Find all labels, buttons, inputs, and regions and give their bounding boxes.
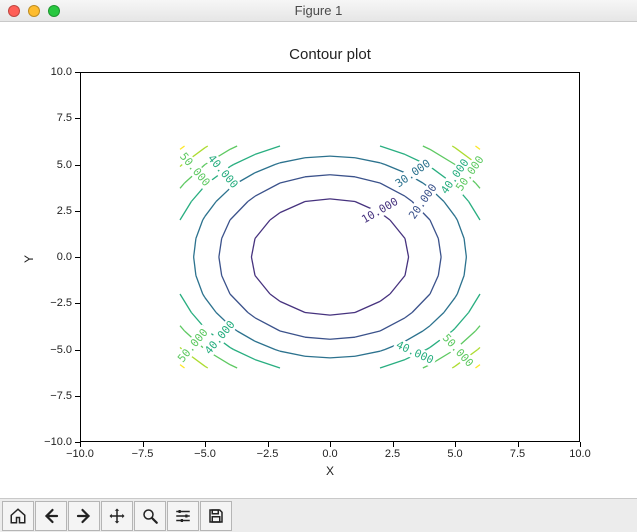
magnifier-icon	[141, 507, 159, 525]
maximize-icon[interactable]	[48, 5, 60, 17]
floppy-icon	[207, 507, 225, 525]
move-icon	[108, 507, 126, 525]
save-button[interactable]	[200, 501, 232, 531]
minimize-icon[interactable]	[28, 5, 40, 17]
titlebar: Figure 1	[0, 0, 637, 22]
window-controls	[8, 5, 60, 17]
close-icon[interactable]	[8, 5, 20, 17]
home-icon	[9, 507, 27, 525]
home-button[interactable]	[2, 501, 34, 531]
sliders-icon	[174, 507, 192, 525]
pan-button[interactable]	[101, 501, 133, 531]
nav-toolbar	[0, 498, 637, 532]
figure-canvas[interactable]: Contour plot−10.0−7.5−5.0−2.50.02.55.07.…	[0, 22, 637, 498]
arrow-left-icon	[42, 507, 60, 525]
configure-button[interactable]	[167, 501, 199, 531]
zoom-button[interactable]	[134, 501, 166, 531]
contour-svg	[0, 22, 637, 498]
figure-window: Figure 1 Contour plot−10.0−7.5−5.0−2.50.…	[0, 0, 637, 532]
forward-button[interactable]	[68, 501, 100, 531]
arrow-right-icon	[75, 507, 93, 525]
back-button[interactable]	[35, 501, 67, 531]
window-title: Figure 1	[0, 3, 637, 18]
